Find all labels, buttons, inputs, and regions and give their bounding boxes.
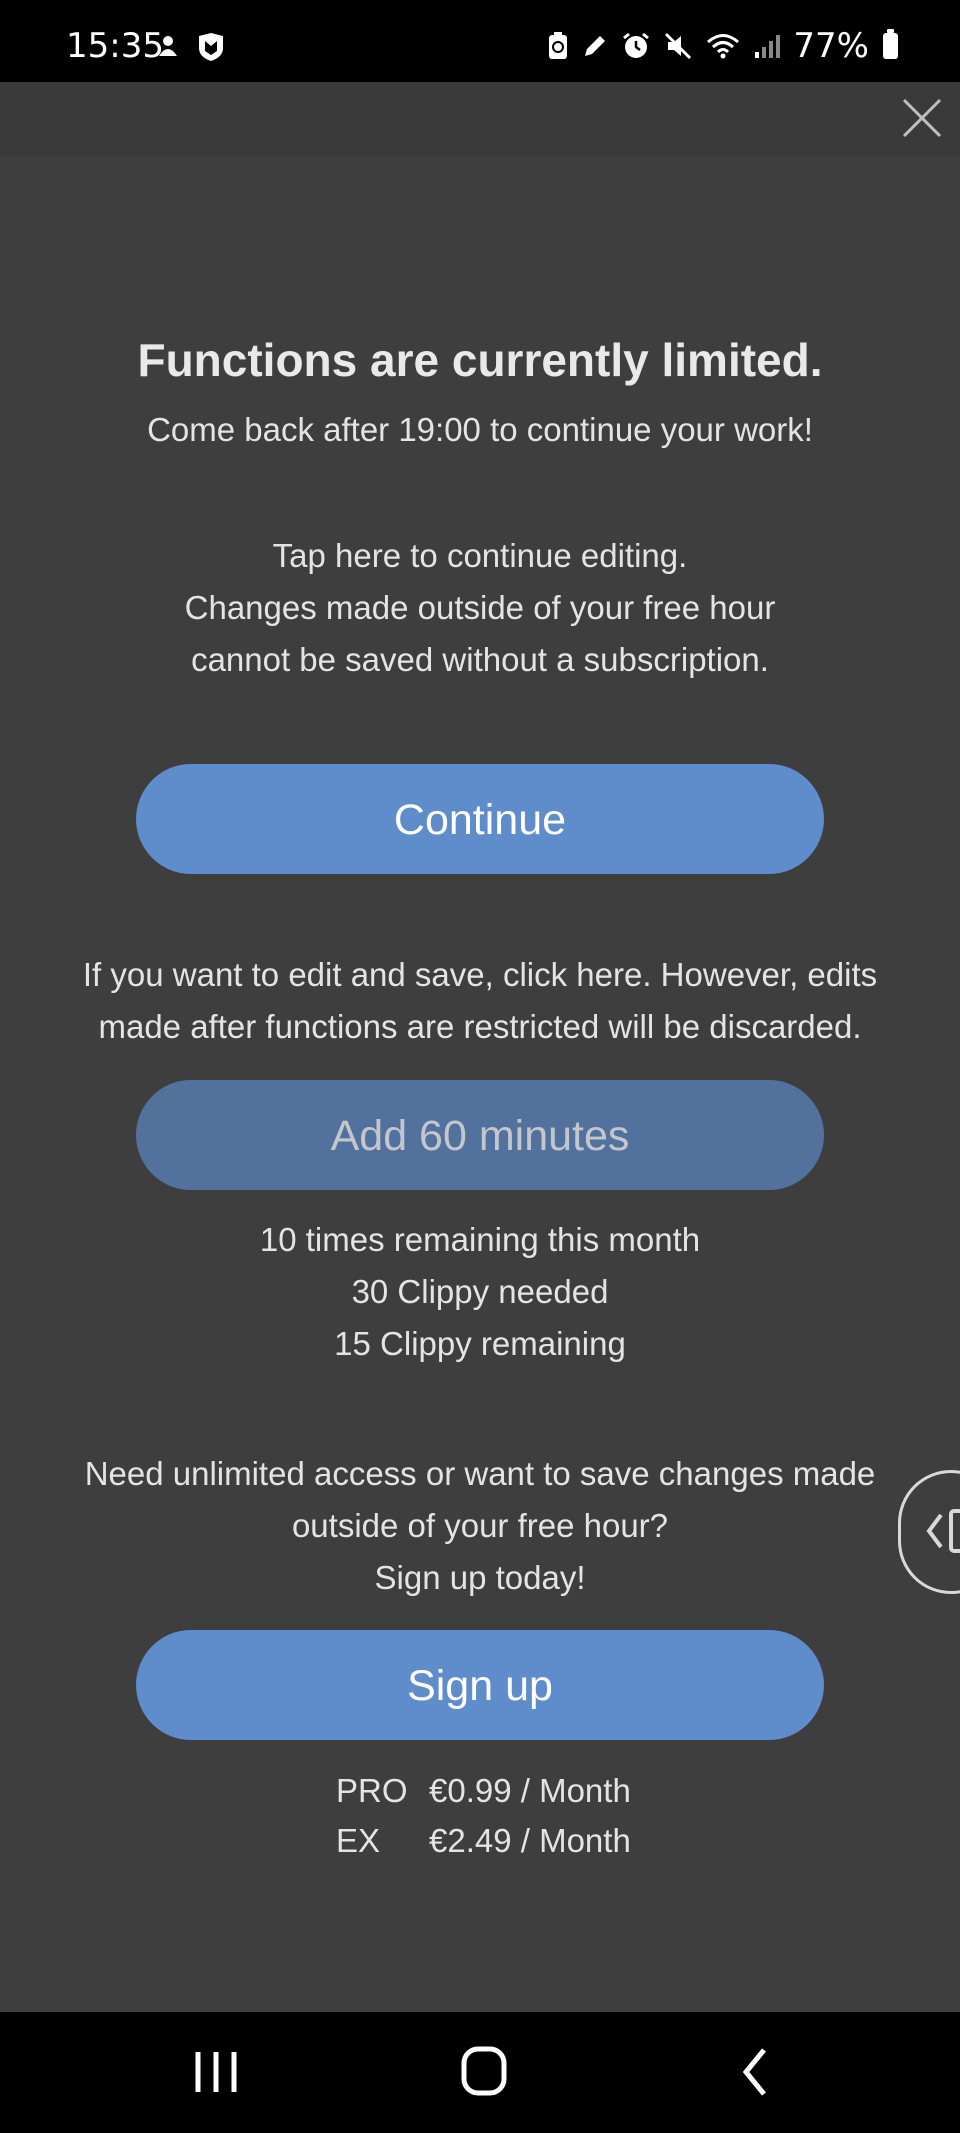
status-left-icons [154, 32, 226, 62]
recycle-battery-icon [549, 32, 568, 59]
dialog-header [0, 82, 960, 156]
continue-info-line: Changes made outside of your free hour [184, 589, 776, 626]
status-right: 77% [547, 26, 898, 66]
pricing-list: PRO €0.99 / Month EX €2.49 / Month [336, 1766, 631, 1866]
signal-icon [755, 35, 781, 58]
screen: 15:35 77% Functions are currently limite… [0, 0, 960, 2133]
battery-icon [883, 29, 898, 59]
plan-price: €2.49 / Month [429, 1822, 631, 1859]
plan-name: PRO [336, 1772, 408, 1809]
continue-info-line: Tap here to continue editing. [272, 537, 688, 574]
pricing-row: EX €2.49 / Month [336, 1816, 631, 1866]
continue-info: Tap here to continue editing. Changes ma… [40, 530, 920, 686]
signup-info-line: Need unlimited access or want to save ch… [84, 1455, 876, 1492]
wifi-icon [707, 34, 740, 59]
navigation-bar [0, 2012, 960, 2133]
chevron-left-icon [926, 1509, 960, 1553]
remaining-info: 10 times remaining this month 30 Clippy … [40, 1214, 920, 1370]
dialog-title: Functions are currently limited. [137, 334, 823, 386]
notification-icon [159, 36, 177, 56]
remaining-line: 15 Clippy remaining [334, 1325, 626, 1362]
signup-info: Need unlimited access or want to save ch… [20, 1448, 940, 1604]
alarm-icon [623, 32, 650, 58]
status-time: 15:35 [66, 26, 164, 66]
plan-name: EX [336, 1822, 381, 1859]
signup-info-line: outside of your free hour? [291, 1507, 669, 1544]
dialog-subtitle: Come back after 19:00 to continue your w… [147, 411, 813, 448]
plan-price: €0.99 / Month [429, 1772, 631, 1809]
edit-info-line: made after functions are restricted will… [98, 1008, 862, 1045]
close-icon[interactable] [896, 92, 948, 144]
continue-button[interactable]: Continue [136, 764, 824, 874]
remaining-line: 10 times remaining this month [259, 1221, 701, 1258]
edit-info-line: If you want to edit and save, click here… [82, 956, 878, 993]
status-bar: 15:35 77% [0, 0, 960, 82]
battery-percent: 77% [793, 26, 869, 66]
mcafee-shield-icon [199, 33, 223, 61]
recent-apps-icon[interactable] [176, 2042, 256, 2102]
remaining-line: 30 Clippy needed [351, 1273, 609, 1310]
pricing-row: PRO €0.99 / Month [336, 1766, 631, 1816]
pen-icon [585, 36, 606, 56]
home-icon[interactable] [444, 2042, 524, 2102]
add-60-minutes-button[interactable]: Add 60 minutes [136, 1080, 824, 1190]
continue-info-line: cannot be saved without a subscription. [191, 641, 769, 678]
edit-info: If you want to edit and save, click here… [20, 949, 940, 1053]
mute-icon [665, 32, 692, 60]
sign-up-button[interactable]: Sign up [136, 1630, 824, 1740]
back-icon[interactable] [714, 2042, 794, 2102]
signup-info-line: Sign up today! [374, 1559, 586, 1596]
